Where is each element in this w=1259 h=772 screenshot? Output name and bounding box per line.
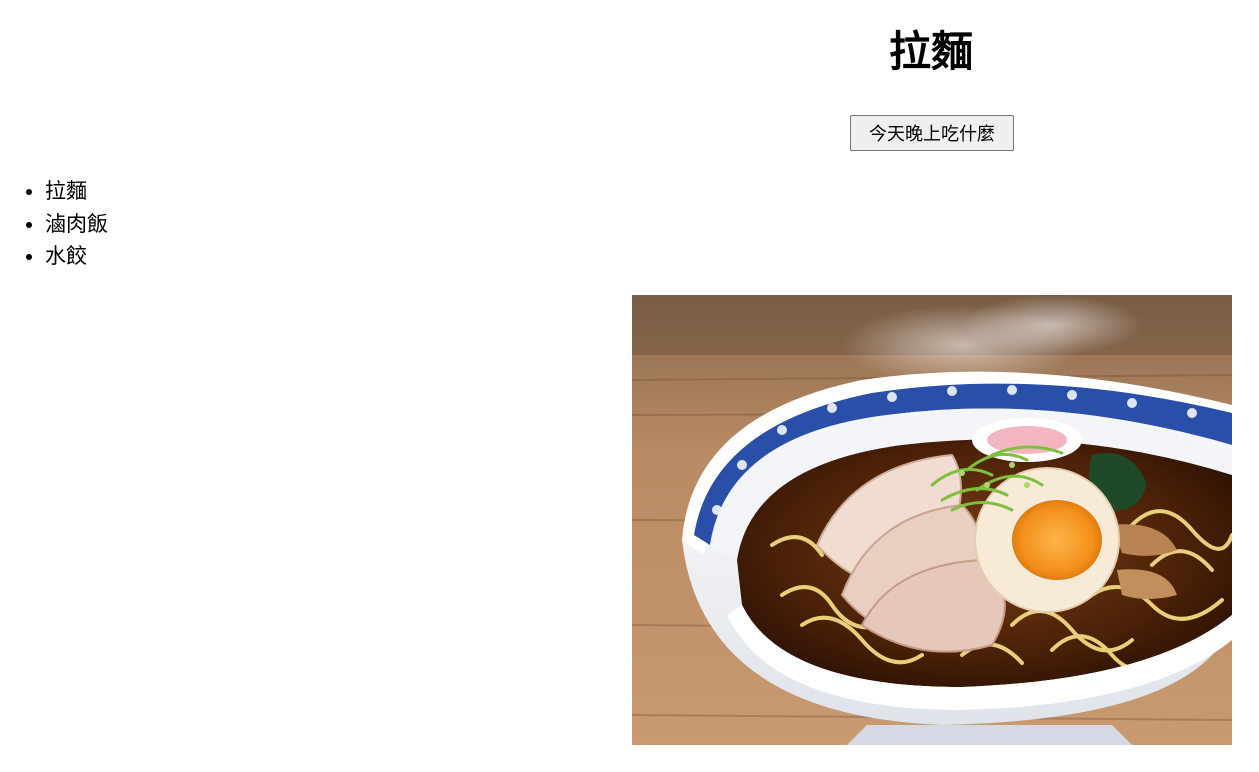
page: 拉麵 今天晚上吃什麼 拉麵 滷肉飯 水餃 bbox=[0, 0, 1259, 772]
pick-dinner-button[interactable]: 今天晚上吃什麼 bbox=[850, 115, 1014, 151]
food-photo bbox=[632, 295, 1232, 745]
list-item: 水餃 bbox=[45, 240, 108, 273]
result-heading: 拉麵 bbox=[888, 27, 973, 76]
food-list: 拉麵 滷肉飯 水餃 bbox=[0, 175, 108, 273]
list-item: 拉麵 bbox=[45, 175, 108, 208]
list-item: 滷肉飯 bbox=[45, 208, 108, 241]
